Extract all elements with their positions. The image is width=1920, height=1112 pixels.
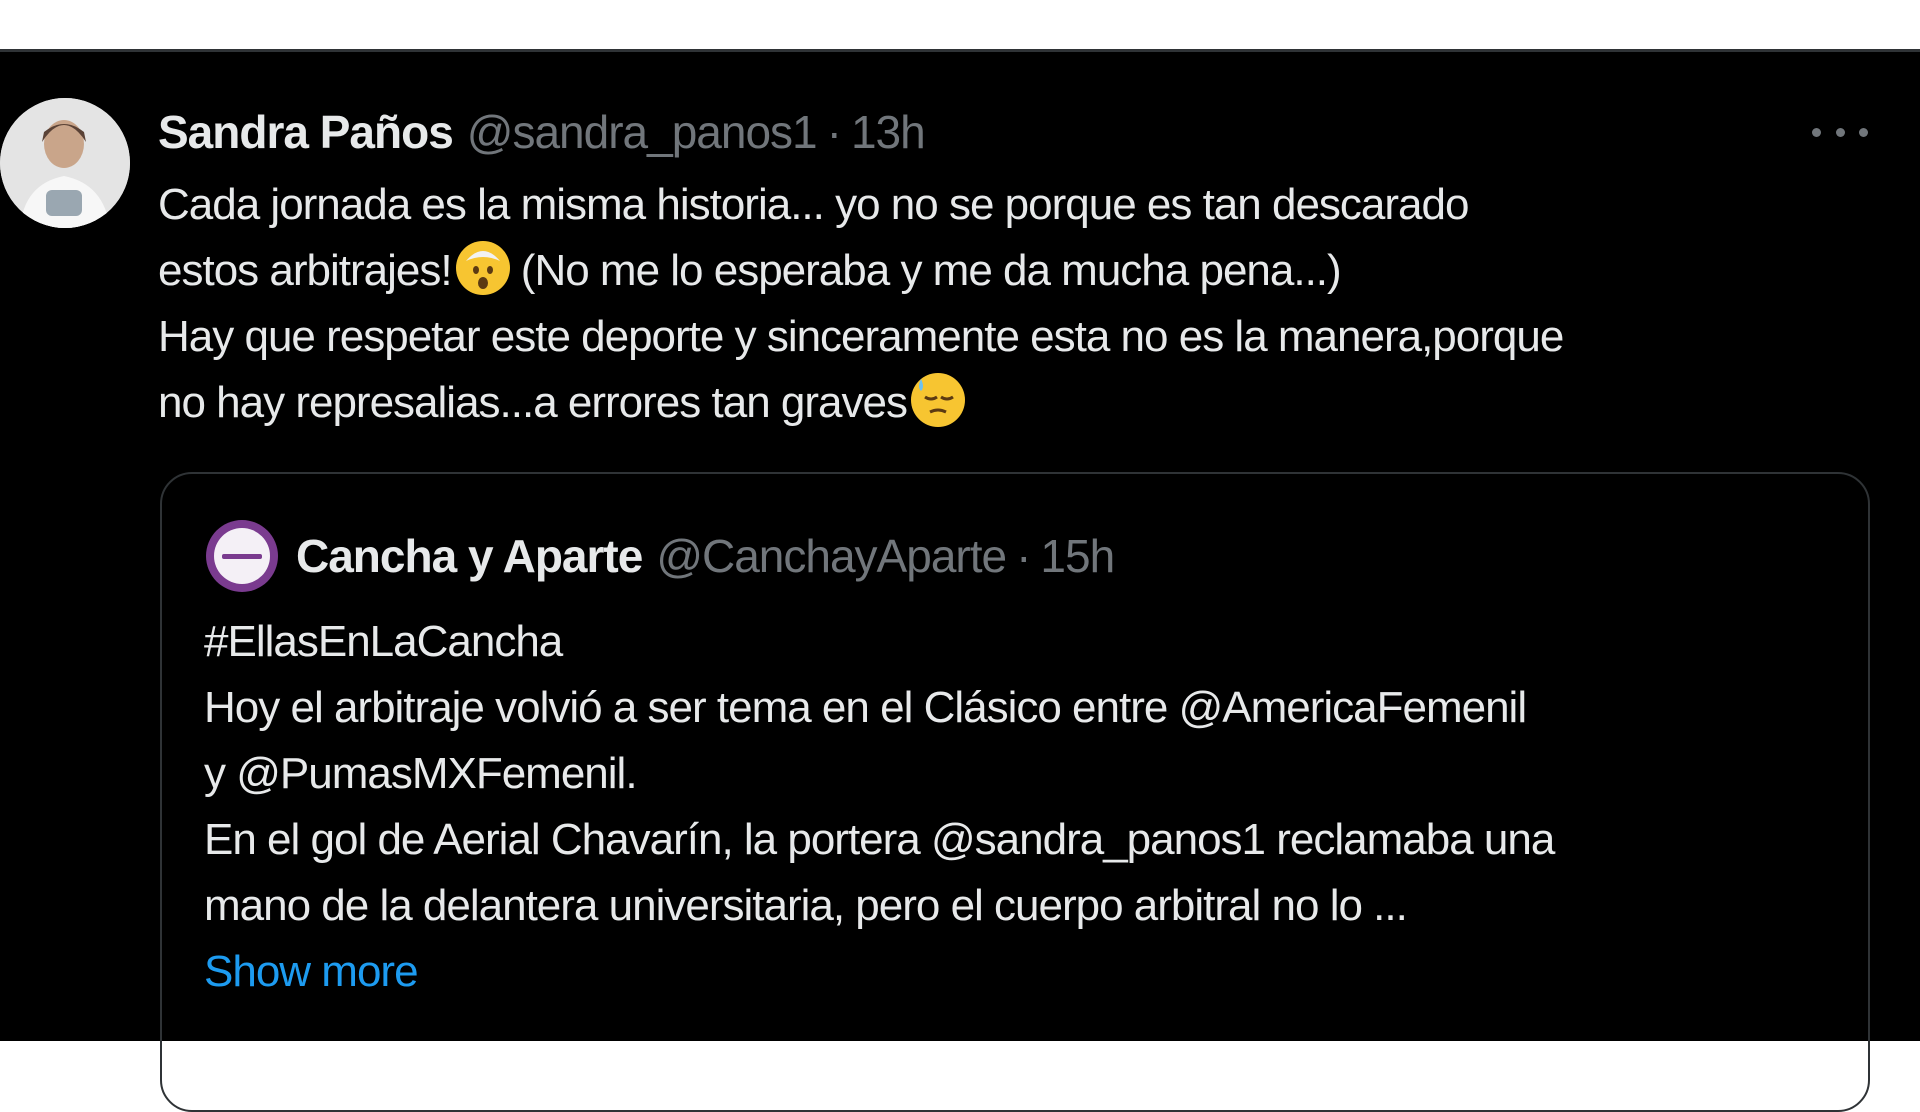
quoted-author-name[interactable]: Cancha y Aparte [296,529,643,583]
tweet-text-segment: no hay represalias...a errores tan grave… [158,378,908,427]
quoted-author-avatar[interactable] [206,520,278,592]
quoted-text-line: y @PumasMXFemenil. [204,749,638,798]
more-dot [1859,127,1868,137]
tweet-text-line: no hay represalias...a errores tan grave… [158,370,1878,436]
tweet-text-segment: estos arbitrajes! [158,246,453,295]
tweet[interactable]: Sandra Paños @sandra_panos1 · 13h Cada j… [0,49,1920,1112]
quoted-tweet-timestamp[interactable]: 15h [1040,529,1115,583]
quoted-tweet-header: Cancha y Aparte @CanchayAparte · 15h [296,526,1115,586]
author-handle[interactable]: @sandra_panos1 [467,105,818,159]
exploding-head-emoji-icon [455,241,510,295]
tweet-text-line: estos arbitrajes! (No me lo esperaba y m… [158,238,1878,304]
tweet-text-line: Hay que respetar este deporte y sinceram… [158,304,1878,370]
author-avatar[interactable] [0,98,130,228]
quoted-tweet-text: #EllasEnLaCancha Hoy el arbitraje volvió… [204,609,1844,1005]
author-name[interactable]: Sandra Paños [158,105,454,159]
separator-dot: · [826,106,842,158]
tweet-timestamp[interactable]: 13h [851,105,926,159]
tweet-text: Cada jornada es la misma historia... yo … [158,172,1878,436]
quoted-text-line: #EllasEnLaCancha [204,617,563,666]
tweet-text-segment: Cada jornada es la misma historia... yo … [158,180,1469,229]
tweet-text-segment: Hay que respetar este deporte y sinceram… [158,312,1564,361]
tweet-header: Sandra Paños @sandra_panos1 · 13h [158,104,926,160]
quoted-tweet-card[interactable]: Cancha y Aparte @CanchayAparte · 15h #El… [160,472,1870,1112]
quoted-text-line: mano de la delantera universitaria, pero… [204,881,1408,930]
quoted-author-handle[interactable]: @CanchayAparte [656,529,1007,583]
more-options-icon[interactable] [1812,112,1868,152]
separator-dot: · [1016,530,1031,582]
more-dot [1835,127,1845,137]
avatar-logo-bar [222,554,262,559]
quoted-text-line: Hoy el arbitraje volvió a ser tema en el… [204,683,1527,732]
more-dot [1812,127,1821,137]
tweet-text-line: Cada jornada es la misma historia... yo … [158,172,1878,238]
tweet-text-segment: (No me lo esperaba y me da mucha pena...… [509,246,1342,295]
downcast-sweat-emoji-icon [910,373,965,427]
show-more-link[interactable]: Show more [204,939,1844,1005]
quoted-text-line: En el gol de Aerial Chavarín, la portera… [204,815,1555,864]
